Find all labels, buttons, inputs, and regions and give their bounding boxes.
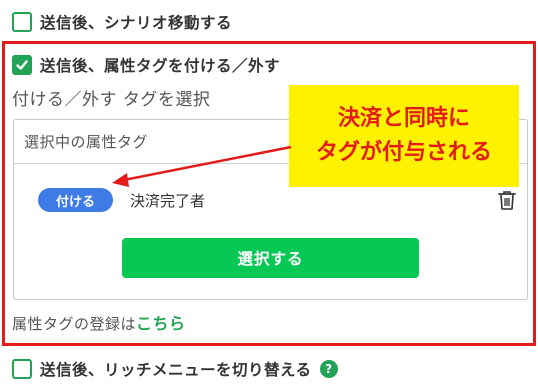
option-rich-menu-label: 送信後、リッチメニューを切り替える <box>40 361 312 379</box>
callout-line-2: タグが付与される <box>315 140 492 165</box>
select-tag-button[interactable]: 選択する <box>122 238 419 278</box>
help-icon[interactable]: ? <box>319 360 338 378</box>
scenario-move-checkbox[interactable] <box>12 12 32 32</box>
tag-select-title: 付ける／外す タグを選択 <box>12 90 211 110</box>
option-attribute-tag-label: 送信後、属性タグを付ける／外す <box>40 57 281 75</box>
attach-action-badge[interactable]: 付ける <box>38 188 113 212</box>
selected-tag-name: 決済完了者 <box>130 192 206 210</box>
register-link[interactable]: こちら <box>136 314 186 333</box>
attribute-tag-checkbox[interactable] <box>12 55 32 75</box>
rich-menu-checkbox[interactable] <box>12 359 32 379</box>
register-prefix: 属性タグの登録は <box>12 315 137 333</box>
option-scenario-move-label: 送信後、シナリオ移動する <box>40 14 233 32</box>
option-rich-menu[interactable]: 送信後、リッチメニューを切り替える ? <box>12 358 338 380</box>
trash-icon[interactable] <box>497 189 517 211</box>
option-scenario-move[interactable]: 送信後、シナリオ移動する <box>12 11 232 33</box>
tag-register-line: 属性タグの登録はこちら <box>12 310 186 334</box>
option-attribute-tag[interactable]: 送信後、属性タグを付ける／外す <box>12 54 280 76</box>
annotation-callout: 決済と同時に タグが付与される <box>289 85 519 187</box>
check-icon <box>16 60 28 70</box>
callout-line-1: 決済と同時に <box>337 106 470 131</box>
